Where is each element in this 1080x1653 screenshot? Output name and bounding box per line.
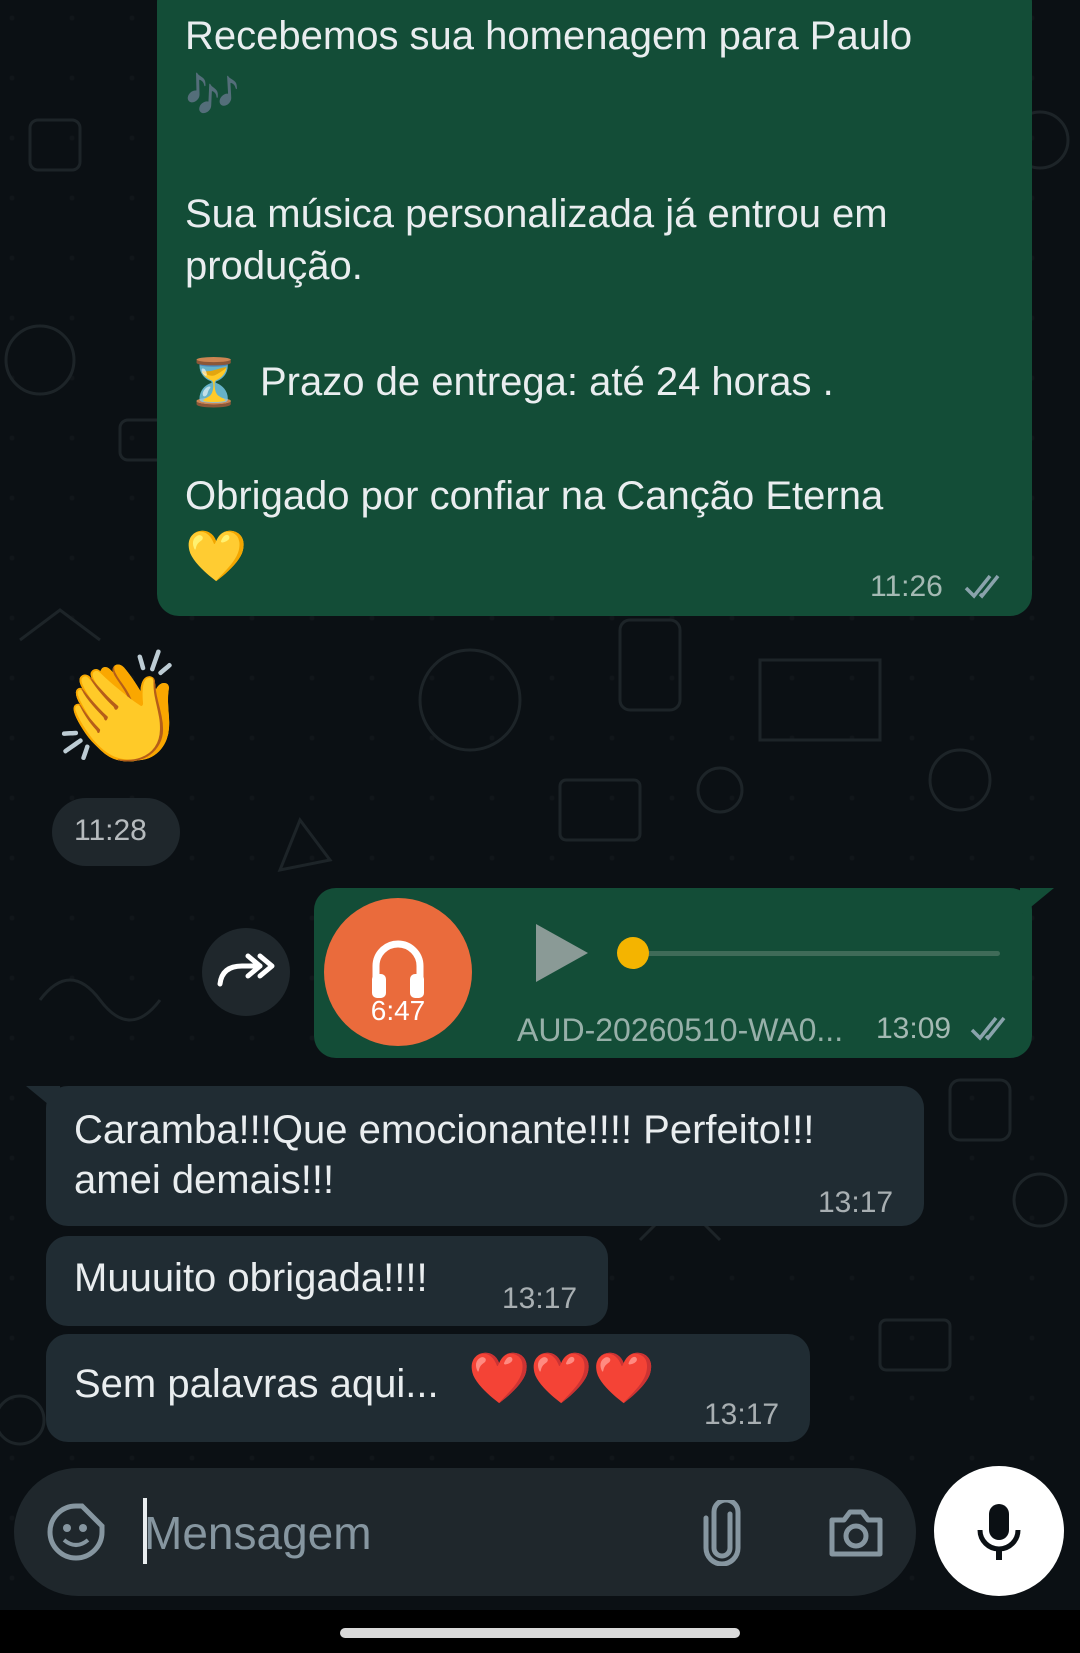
mic-icon <box>977 1504 1021 1560</box>
message-text-line: produção. <box>185 244 363 288</box>
message-text-line: Recebemos sua homenagem para Paulo <box>185 14 913 58</box>
message-time: 13:17 <box>502 1282 578 1315</box>
hourglass-emoji: ⏳ <box>185 356 243 408</box>
message-text-line: Sua música personalizada já entrou em <box>185 192 888 236</box>
message-text: Muuuito obrigada!!!! <box>74 1256 428 1300</box>
music-notes-emoji: 🎶 <box>185 71 240 120</box>
audio-duration: 6:47 <box>370 995 426 1026</box>
forward-button[interactable] <box>202 928 290 1016</box>
message-text: Sem palavras aqui... <box>74 1362 439 1406</box>
attach-icon[interactable] <box>700 1500 746 1566</box>
message-time: 11:26 <box>870 570 943 603</box>
message-text-line: Caramba!!!Que emocionante!!!! Perfeito!!… <box>74 1108 815 1152</box>
read-ticks-icon <box>970 1016 1006 1041</box>
red-hearts-emoji: ❤️❤️❤️ <box>468 1350 655 1406</box>
camera-icon[interactable] <box>826 1504 886 1560</box>
read-ticks-icon <box>964 574 1000 599</box>
audio-progress-track[interactable] <box>632 951 1000 956</box>
message-time: 11:28 <box>74 814 147 847</box>
message-text-line: Prazo de entrega: até 24 horas . <box>260 360 834 404</box>
message-time: 13:09 <box>876 1012 952 1045</box>
clapping-hands-emoji[interactable]: 👏 <box>52 650 189 770</box>
voice-record-button[interactable] <box>934 1466 1064 1596</box>
forward-icon <box>217 953 275 987</box>
audio-progress-knob[interactable] <box>617 937 649 969</box>
bubble-tail <box>26 1086 60 1114</box>
sticker-icon[interactable] <box>46 1502 106 1562</box>
message-time: 13:17 <box>704 1398 780 1431</box>
play-icon[interactable] <box>532 922 590 984</box>
bubble-tail <box>1020 888 1054 916</box>
yellow-heart-emoji: 💛 <box>185 528 248 584</box>
audio-filename: AUD-20260510-WA0... <box>517 1012 844 1048</box>
message-bubble-outgoing-confirmation[interactable] <box>157 0 1032 616</box>
message-input[interactable]: Mensagem <box>144 1506 372 1560</box>
home-gesture-handle[interactable] <box>340 1628 740 1638</box>
message-text-line: amei demais!!! <box>74 1158 335 1202</box>
message-text-line: Obrigado por confiar na Canção Eterna <box>185 474 884 518</box>
message-time: 13:17 <box>818 1186 894 1219</box>
